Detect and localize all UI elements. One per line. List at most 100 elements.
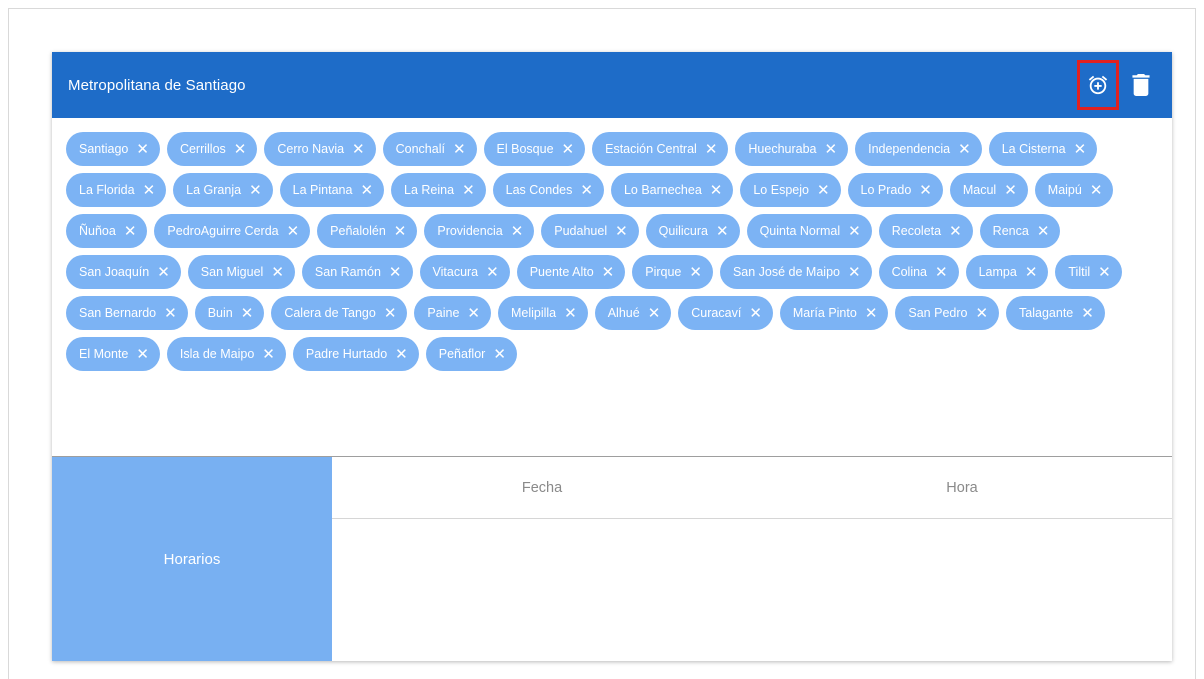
commune-chip: Cerrillos ✕ <box>166 132 258 166</box>
remove-chip-icon[interactable]: ✕ <box>136 347 149 362</box>
remove-chip-icon[interactable]: ✕ <box>164 306 177 321</box>
trash-icon <box>1132 74 1150 96</box>
commune-chip: María Pinto ✕ <box>779 296 889 330</box>
remove-chip-icon[interactable]: ✕ <box>136 142 149 157</box>
commune-chip: Peñaflor ✕ <box>425 337 517 371</box>
remove-chip-icon[interactable]: ✕ <box>564 306 577 321</box>
region-header: Metropolitana de Santiago <box>52 52 1172 118</box>
commune-chip-label: Colina <box>891 265 927 279</box>
remove-chip-icon[interactable]: ✕ <box>453 142 466 157</box>
schedule-table: Fecha Hora <box>332 457 1172 661</box>
remove-chip-icon[interactable]: ✕ <box>486 265 499 280</box>
commune-chip-label: Lo Prado <box>860 183 912 197</box>
commune-chip: La Granja ✕ <box>173 173 273 207</box>
remove-chip-icon[interactable]: ✕ <box>467 306 480 321</box>
remove-chip-icon[interactable]: ✕ <box>249 183 262 198</box>
commune-chip: Lo Barnechea ✕ <box>610 173 734 207</box>
remove-chip-icon[interactable]: ✕ <box>1098 265 1111 280</box>
remove-chip-icon[interactable]: ✕ <box>615 224 628 239</box>
remove-chip-icon[interactable]: ✕ <box>865 306 878 321</box>
alarm-add-icon <box>1088 75 1108 95</box>
commune-chip-label: Huechuraba <box>748 142 817 156</box>
remove-chip-icon[interactable]: ✕ <box>395 347 408 362</box>
remove-chip-icon[interactable]: ✕ <box>1090 183 1103 198</box>
commune-chip: La Cisterna ✕ <box>988 132 1098 166</box>
remove-chip-icon[interactable]: ✕ <box>848 224 861 239</box>
remove-chip-icon[interactable]: ✕ <box>716 224 729 239</box>
remove-chip-icon[interactable]: ✕ <box>705 142 718 157</box>
commune-chip-label: Maipú <box>1047 183 1082 197</box>
remove-chip-icon[interactable]: ✕ <box>234 142 247 157</box>
commune-chip-label: Padre Hurtado <box>305 347 388 361</box>
remove-chip-icon[interactable]: ✕ <box>271 265 284 280</box>
commune-chip-label: El Bosque <box>496 142 554 156</box>
commune-chip-label: La Pintana <box>292 183 353 197</box>
remove-chip-icon[interactable]: ✕ <box>602 265 615 280</box>
commune-chip: Puente Alto ✕ <box>516 255 626 289</box>
remove-chip-icon[interactable]: ✕ <box>562 142 575 157</box>
remove-chip-icon[interactable]: ✕ <box>949 224 962 239</box>
remove-chip-icon[interactable]: ✕ <box>580 183 593 198</box>
commune-chip: Peñalolén ✕ <box>317 214 418 248</box>
commune-chip: Melipilla ✕ <box>497 296 588 330</box>
remove-chip-icon[interactable]: ✕ <box>825 142 838 157</box>
commune-chip: Cerro Navia ✕ <box>264 132 376 166</box>
remove-chip-icon[interactable]: ✕ <box>958 142 971 157</box>
commune-chip-label: Ñuñoa <box>79 224 116 238</box>
remove-chip-icon[interactable]: ✕ <box>352 142 365 157</box>
commune-chip: San Pedro ✕ <box>895 296 1000 330</box>
commune-chip-label: La Florida <box>79 183 135 197</box>
remove-chip-icon[interactable]: ✕ <box>749 306 762 321</box>
remove-chip-icon[interactable]: ✕ <box>511 224 524 239</box>
remove-chip-icon[interactable]: ✕ <box>241 306 254 321</box>
remove-chip-icon[interactable]: ✕ <box>389 265 402 280</box>
column-header-hora: Hora <box>946 479 978 496</box>
remove-chip-icon[interactable]: ✕ <box>262 347 275 362</box>
remove-chip-icon[interactable]: ✕ <box>710 183 723 198</box>
commune-chip: Calera de Tango ✕ <box>271 296 408 330</box>
remove-chip-icon[interactable]: ✕ <box>648 306 661 321</box>
commune-chip-label: San Joaquín <box>79 265 150 279</box>
remove-chip-icon[interactable]: ✕ <box>462 183 475 198</box>
remove-chip-icon[interactable]: ✕ <box>1004 183 1017 198</box>
remove-chip-icon[interactable]: ✕ <box>493 347 506 362</box>
remove-chip-icon[interactable]: ✕ <box>360 183 373 198</box>
commune-chip-label: Vitacura <box>432 265 479 279</box>
commune-chip-label: PedroAguirre Cerda <box>167 224 279 238</box>
commune-chip: Alhué ✕ <box>594 296 672 330</box>
commune-chip: San Miguel ✕ <box>187 255 295 289</box>
remove-chip-icon[interactable]: ✕ <box>124 224 137 239</box>
commune-chip: Santiago ✕ <box>66 132 160 166</box>
commune-chip-label: María Pinto <box>792 306 857 320</box>
remove-chip-icon[interactable]: ✕ <box>143 183 156 198</box>
commune-chip: Curacaví ✕ <box>678 296 773 330</box>
remove-chip-icon[interactable]: ✕ <box>287 224 300 239</box>
remove-chip-icon[interactable]: ✕ <box>1025 265 1038 280</box>
remove-chip-icon[interactable]: ✕ <box>384 306 397 321</box>
remove-chip-icon[interactable]: ✕ <box>919 183 932 198</box>
delete-button[interactable] <box>1128 67 1154 103</box>
remove-chip-icon[interactable]: ✕ <box>935 265 948 280</box>
remove-chip-icon[interactable]: ✕ <box>817 183 830 198</box>
add-alarm-button[interactable] <box>1077 60 1119 110</box>
commune-chip-label: Macul <box>962 183 997 197</box>
commune-chip-label: Lo Espejo <box>753 183 809 197</box>
schedule-table-body <box>332 519 1172 661</box>
remove-chip-icon[interactable]: ✕ <box>1081 306 1094 321</box>
commune-chip: La Florida ✕ <box>66 173 167 207</box>
commune-chip: Pudahuel ✕ <box>541 214 639 248</box>
remove-chip-icon[interactable]: ✕ <box>1037 224 1050 239</box>
commune-chip-label: Tiltil <box>1068 265 1091 279</box>
commune-chip-label: Estación Central <box>605 142 697 156</box>
remove-chip-icon[interactable]: ✕ <box>848 265 861 280</box>
remove-chip-icon[interactable]: ✕ <box>157 265 170 280</box>
commune-chip: Ñuñoa ✕ <box>66 214 148 248</box>
remove-chip-icon[interactable]: ✕ <box>975 306 988 321</box>
commune-chip-label: San Bernardo <box>79 306 157 320</box>
commune-chip-label: Calera de Tango <box>284 306 376 320</box>
commune-chip-label: Quinta Normal <box>759 224 841 238</box>
remove-chip-icon[interactable]: ✕ <box>394 224 407 239</box>
remove-chip-icon[interactable]: ✕ <box>689 265 702 280</box>
remove-chip-icon[interactable]: ✕ <box>1074 142 1087 157</box>
commune-chip: Conchalí ✕ <box>382 132 477 166</box>
